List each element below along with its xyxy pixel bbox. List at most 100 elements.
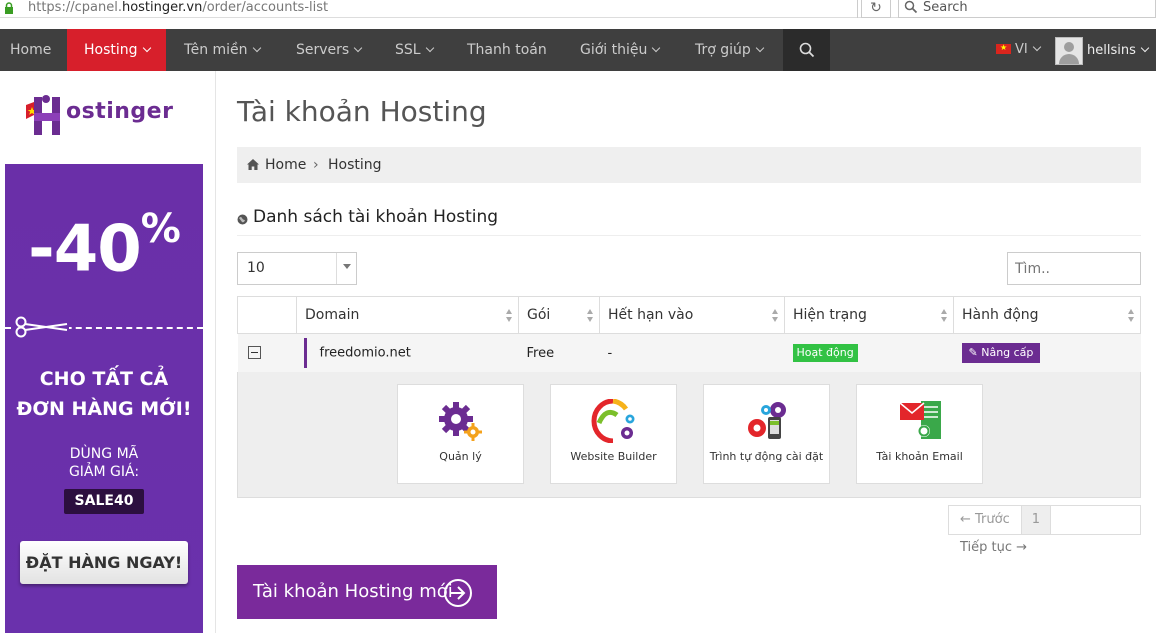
chevron-down-icon [252,43,261,53]
reload-button[interactable]: ↻ [861,0,891,18]
tile-email-accounts[interactable]: Tài khoản Email [856,384,983,484]
column-header-actions[interactable]: Hành động [953,296,1141,334]
promo-headline-2: ĐƠN HÀNG MỚI! [16,398,192,420]
vietnam-flag-icon [996,43,1011,54]
dropdown-arrow-icon [336,253,356,284]
nav-home-label: Home [10,42,52,58]
page-size-select[interactable]: 10 [237,252,357,285]
promo-code-label-2: GIẢM GIÁ: [68,464,140,480]
tile-manage[interactable]: Quản lý [397,384,524,484]
column-header-domain-label: Domain [305,307,360,323]
nav-about-label: Giới thiệu [580,42,648,58]
url-prefix: https://cpanel. [28,0,122,15]
top-navigation: Home Hosting Tên miền Servers SSL Thanh … [0,29,1156,71]
email-icon [899,401,941,439]
chevron-down-icon [1032,42,1041,52]
column-header-expires[interactable]: Hết hạn vào [599,296,785,334]
pagination-prev[interactable]: ← Trước [949,506,1021,534]
url-domain: hostinger.vn [121,0,203,15]
status-badge: Hoạt động [792,344,858,362]
new-hosting-account-button[interactable]: Tài khoản Hosting mới [237,565,497,619]
hosting-accounts-table: Domain Gói Hết hạn vào Hiện trạng Hành đ… [237,296,1141,373]
plan-cell: Free [518,333,600,373]
row-marker [303,338,307,368]
tile-auto-installer-label: Trình tự động cài đặt [709,450,824,463]
breadcrumb-home[interactable]: Home [265,147,306,183]
order-now-button[interactable]: ĐẶT HÀNG NGAY! [20,541,188,584]
username: hellsins [1087,37,1150,65]
breadcrumb: Home › Hosting [237,147,1141,183]
promo-discount: -40% [5,206,203,287]
page-size-value: 10 [247,260,265,276]
logo-text: ostinger [66,99,174,124]
nav-ssl-label: SSL [395,42,421,58]
browser-url-bar: https://cpanel.hostinger.vn/order/accoun… [0,0,1156,18]
promo-code: SALE40 [64,489,144,514]
chevron-right-icon: › [313,157,319,173]
table-row: freedomio.net Free - Hoạt động ✎ Nâng cấ… [237,333,1141,373]
nav-domains[interactable]: Tên miền [184,29,261,71]
home-icon [247,159,259,170]
edit-icon: ✎ [968,346,982,359]
chevron-down-icon [1140,43,1150,53]
upgrade-button[interactable]: ✎ Nâng cấp [961,343,1041,363]
url-path: /order/accounts-list [202,0,329,15]
nav-hosting-label: Hosting [84,42,138,58]
chevron-down-icon [142,43,151,53]
domain-cell: freedomio.net [296,333,519,373]
nav-servers[interactable]: Servers [296,29,363,71]
browser-search-box[interactable]: Search [898,0,1156,18]
nav-help[interactable]: Trợ giúp [695,29,765,71]
column-header-expires-label: Hết hạn vào [608,307,694,323]
reload-icon: ↻ [870,0,882,16]
pagination: ← Trước 1 Tiếp tục → [948,505,1141,555]
auto-installer-icon [748,402,786,439]
tile-website-builder-label: Website Builder [570,450,657,463]
search-icon [904,0,918,14]
sidebar: ostinger -40% CHO TẤT CẢ ĐƠN HÀNG MỚI! DÙ… [0,71,216,633]
chevron-down-icon [755,43,765,53]
chevron-down-icon [425,43,434,53]
nav-ssl[interactable]: SSL [395,29,434,71]
column-header-plan[interactable]: Gói [518,296,600,334]
nav-hosting[interactable]: Hosting [67,29,166,71]
pagination-current-page[interactable]: 1 [1020,506,1052,534]
sort-icon [772,309,778,323]
sort-icon [587,309,593,323]
upgrade-button-label: Nâng cấp [981,346,1034,359]
pagination-next[interactable]: Tiếp tục → [949,534,1038,562]
account-tools-panel: Quản lý Website Builder Trình tự động cà… [237,372,1141,498]
url-field[interactable]: https://cpanel.hostinger.vn/order/accoun… [28,0,328,16]
status-cell: Hoạt động [784,333,954,373]
nav-home[interactable]: Home [0,29,58,71]
collapse-toggle-icon[interactable] [247,345,261,359]
domain-value: freedomio.net [319,345,411,361]
table-search-input[interactable] [1007,252,1141,285]
chevron-down-icon [652,43,661,53]
new-hosting-account-label: Tài khoản Hosting mới [253,581,453,602]
action-cell: ✎ Nâng cấp [953,333,1141,373]
section-title: Danh sách tài khoản Hosting [237,207,1141,236]
arrow-right-circle-icon [444,579,472,607]
promo-code-label: DÙNG MÃ GIẢM GIÁ: [5,445,203,481]
nav-about[interactable]: Giới thiệu [580,29,661,71]
language-label: VI [1015,42,1028,57]
nav-search-button[interactable] [783,29,830,71]
tile-auto-installer[interactable]: Trình tự động cài đặt [703,384,830,484]
column-header-plan-label: Gói [527,307,551,323]
expires-cell: - [599,333,785,373]
language-selector[interactable]: VI [996,29,1041,71]
logo-mark-icon [26,95,60,135]
nav-help-label: Trợ giúp [695,42,751,58]
url-divider [857,0,858,18]
nav-billing-label: Thanh toán [467,42,547,58]
sort-icon [506,309,512,323]
promo-discount-value: -40 [28,212,142,287]
promo-banner[interactable]: -40% CHO TẤT CẢ ĐƠN HÀNG MỚI! DÙNG MÃ GIẢM… [5,164,203,633]
hostinger-logo[interactable]: ostinger [24,93,189,143]
column-header-status[interactable]: Hiện trạng [784,296,954,334]
tile-website-builder[interactable]: Website Builder [550,384,677,484]
sort-icon [1128,309,1134,323]
column-header-domain[interactable]: Domain [296,296,519,334]
nav-billing[interactable]: Thanh toán [467,29,547,71]
